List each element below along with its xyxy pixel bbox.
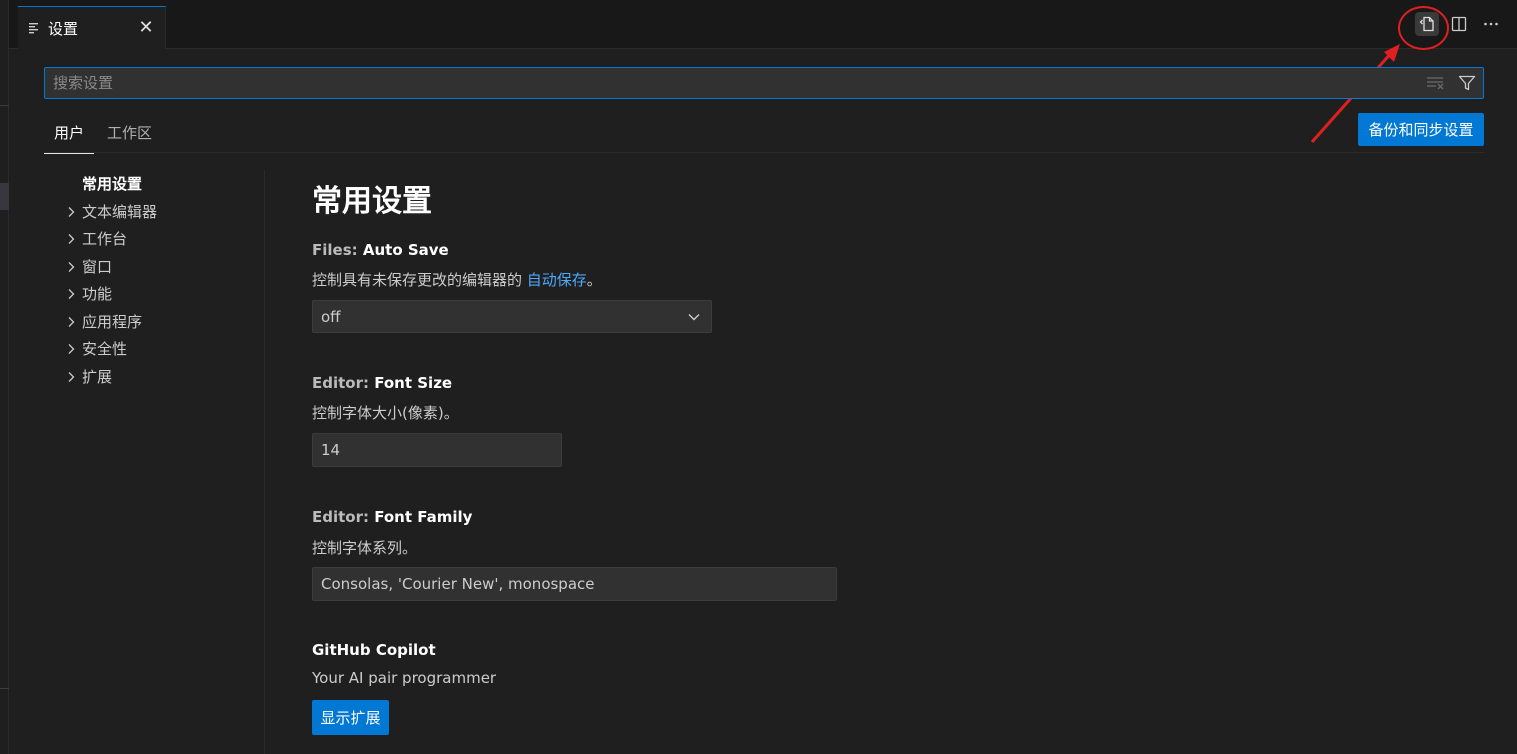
search-input[interactable]	[45, 68, 1405, 98]
font-size-input[interactable]	[312, 433, 562, 467]
setting-category: Editor:	[312, 374, 375, 392]
tab-user[interactable]: 用户	[44, 122, 95, 154]
auto-save-link[interactable]: 自动保存	[527, 271, 587, 289]
toc-item-label: 文本编辑器	[82, 203, 158, 221]
chevron-right-icon	[60, 371, 82, 383]
left-edge-strip	[0, 0, 9, 754]
setting-desc-auto-save: 控制具有未保存更改的编辑器的 自动保存。	[312, 269, 602, 290]
toc-item-workbench[interactable]: 工作台	[60, 225, 127, 252]
setting-category: Editor:	[312, 508, 375, 526]
chevron-right-icon	[60, 288, 82, 300]
split-editor-icon[interactable]	[1447, 12, 1471, 36]
setting-name: Font Size	[374, 374, 453, 392]
setting-name: Font Family	[374, 508, 473, 526]
clear-filter-icon[interactable]	[1427, 76, 1445, 94]
setting-category: Files:	[312, 241, 363, 259]
scope-tabs: 用户 工作区	[44, 112, 1484, 154]
toc-item-security[interactable]: 安全性	[60, 335, 127, 362]
edge-divider	[0, 105, 9, 106]
toc-item-label: 常用设置	[82, 175, 143, 193]
settings-toc: 常用设置 文本编辑器 工作台 窗口 功能 应用程序 安全性 扩展	[60, 170, 265, 754]
toc-item-extensions[interactable]: 扩展	[60, 363, 112, 390]
font-family-input[interactable]	[312, 567, 837, 601]
tab-settings[interactable]: 设置 ✕	[18, 6, 166, 49]
chevron-right-icon	[60, 343, 82, 355]
setting-title-auto-save: Files: Auto Save	[312, 241, 449, 259]
setting-title-font-family: Editor: Font Family	[312, 508, 472, 526]
toc-item-label: 安全性	[82, 340, 128, 358]
auto-save-select[interactable]: off	[312, 300, 712, 333]
setting-desc-font-size: 控制字体大小(像素)。	[312, 404, 459, 422]
backup-sync-button[interactable]: 备份和同步设置	[1358, 113, 1484, 146]
chevron-down-icon	[687, 310, 701, 328]
chevron-right-icon	[60, 206, 82, 218]
toc-item-common[interactable]: 常用设置	[60, 170, 142, 197]
chevron-right-icon	[60, 261, 82, 273]
show-extension-button[interactable]: 显示扩展	[312, 700, 389, 735]
toc-item-label: 应用程序	[82, 313, 143, 331]
toc-item-label: 窗口	[82, 258, 113, 276]
search-bar[interactable]	[44, 67, 1484, 99]
setting-name: Auto Save	[362, 241, 449, 259]
toc-item-application[interactable]: 应用程序	[60, 308, 142, 335]
toc-item-text-editor[interactable]: 文本编辑器	[60, 198, 157, 225]
desc-text: 控制具有未保存更改的编辑器的	[312, 271, 527, 289]
tab-label: 设置	[48, 19, 79, 38]
page-title: 常用设置	[312, 184, 432, 219]
edge-divider	[0, 688, 9, 689]
settings-file-icon	[28, 22, 40, 34]
edge-selection-marker	[0, 183, 9, 210]
toc-item-window[interactable]: 窗口	[60, 253, 112, 280]
close-icon[interactable]: ✕	[137, 19, 155, 37]
desc-text: 。	[586, 271, 602, 289]
setting-desc-font-family: 控制字体系列。	[312, 539, 418, 557]
toc-item-label: 功能	[82, 285, 113, 303]
more-actions-icon[interactable]	[1479, 12, 1503, 36]
setting-title-copilot: GitHub Copilot	[312, 641, 436, 659]
toc-item-features[interactable]: 功能	[60, 280, 112, 307]
setting-title-font-size: Editor: Font Size	[312, 374, 452, 392]
select-value: off	[321, 307, 341, 326]
chevron-right-icon	[60, 316, 82, 328]
chevron-right-icon	[60, 233, 82, 245]
filter-icon[interactable]	[1458, 74, 1476, 96]
setting-desc-copilot: Your AI pair programmer	[312, 669, 497, 687]
editor-tab-bar: 设置 ✕	[9, 0, 1517, 49]
toc-item-label: 工作台	[82, 230, 128, 248]
setting-name: GitHub Copilot	[312, 641, 436, 659]
tab-workspace[interactable]: 工作区	[97, 122, 162, 153]
toc-item-label: 扩展	[82, 368, 113, 386]
